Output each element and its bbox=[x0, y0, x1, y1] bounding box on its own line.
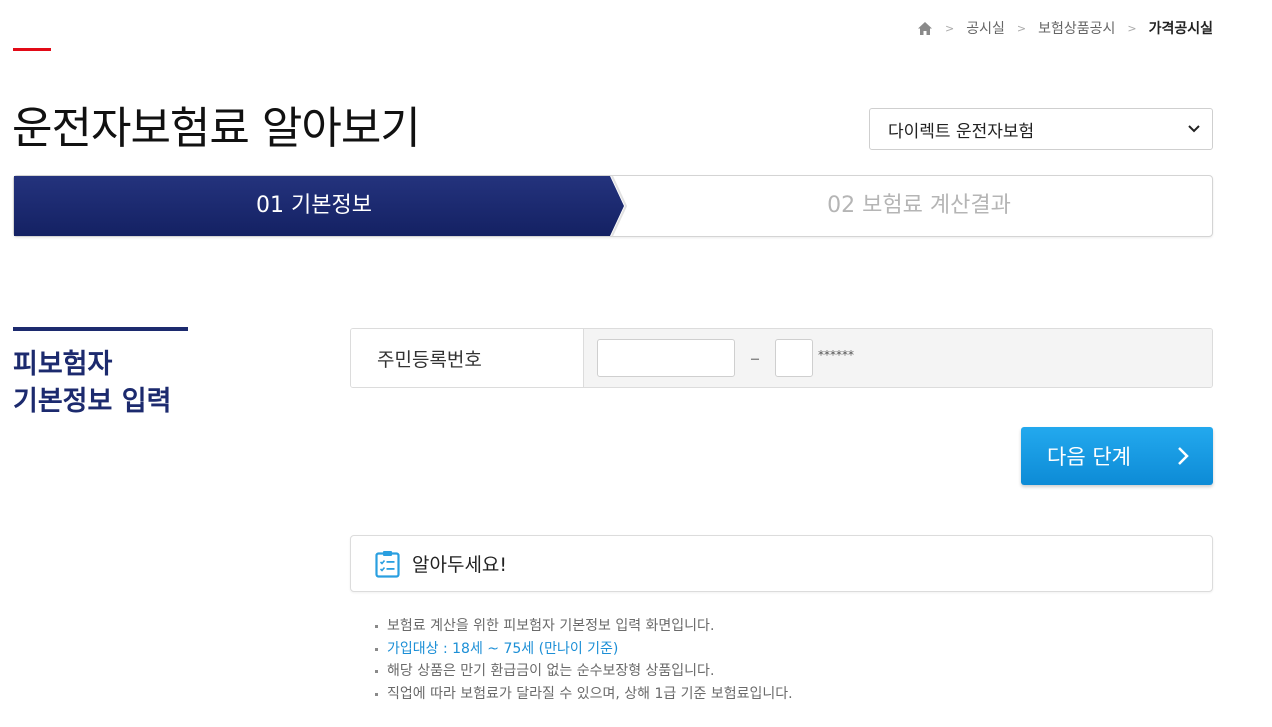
section-title: 피보험자 기본정보 입력 bbox=[13, 346, 171, 420]
step-indicator: 01 기본정보 02 보험료 계산결과 bbox=[13, 175, 1213, 237]
list-item: 보험료 계산을 위한 피보험자 기본정보 입력 화면입니다. bbox=[373, 615, 793, 638]
step-premium-result: 02 보험료 계산결과 bbox=[827, 193, 1011, 218]
list-item: 직업에 따라 보험료가 달라질 수 있으며, 상해 1급 기준 보험료입니다. bbox=[373, 683, 793, 706]
breadcrumb-item-product-disclosure[interactable]: 보험상품공시 bbox=[1038, 18, 1115, 38]
breadcrumb-item-disclosure[interactable]: 공시실 bbox=[966, 18, 1005, 38]
chevron-right-icon bbox=[1178, 447, 1189, 465]
product-select[interactable]: 다이렉트 운전자보험 bbox=[869, 108, 1213, 150]
ssn-mask: ****** bbox=[818, 348, 854, 362]
next-step-button[interactable]: 다음 단계 bbox=[1021, 427, 1213, 485]
chevron-down-icon bbox=[1188, 125, 1200, 133]
home-icon[interactable] bbox=[917, 21, 933, 36]
next-step-label: 다음 단계 bbox=[1047, 445, 1131, 469]
step-basic-info: 01 기본정보 bbox=[256, 193, 372, 218]
section-title-line1: 피보험자 bbox=[13, 349, 113, 380]
breadcrumb-item-price-disclosure: 가격공시실 bbox=[1148, 21, 1213, 37]
breadcrumb-separator: > bbox=[1127, 21, 1137, 35]
breadcrumb-separator: > bbox=[1016, 21, 1027, 35]
ssn-separator: – bbox=[750, 346, 760, 370]
ssn-label: 주민등록번호 bbox=[351, 329, 584, 387]
ssn-front-input[interactable] bbox=[597, 339, 735, 377]
page-title: 운전자보험료 알아보기 bbox=[12, 103, 421, 154]
notice-title: 알아두세요! bbox=[412, 554, 508, 576]
notice-list: 보험료 계산을 위한 피보험자 기본정보 입력 화면입니다. 가입대상 : 18… bbox=[373, 615, 793, 705]
clipboard-checklist-icon bbox=[375, 550, 400, 578]
ssn-field-area: – ****** bbox=[584, 329, 1212, 387]
breadcrumb-separator: > bbox=[945, 21, 955, 35]
section-title-line2: 기본정보 입력 bbox=[13, 386, 172, 417]
list-item: 해당 상품은 만기 환급금이 없는 순수보장형 상품입니다. bbox=[373, 660, 793, 683]
notice-header: 알아두세요! bbox=[350, 535, 1213, 592]
ssn-form-row: 주민등록번호 – ****** bbox=[350, 328, 1213, 388]
section-bar bbox=[13, 327, 188, 331]
list-item: 가입대상 : 18세 ~ 75세 (만나이 기준) bbox=[373, 638, 793, 661]
breadcrumb: > 공시실 > 보험상품공시 > 가격공시실 bbox=[917, 18, 1213, 38]
title-accent-bar bbox=[13, 48, 51, 51]
ssn-back-input[interactable] bbox=[775, 339, 813, 377]
product-select-value: 다이렉트 운전자보험 bbox=[888, 121, 1035, 142]
